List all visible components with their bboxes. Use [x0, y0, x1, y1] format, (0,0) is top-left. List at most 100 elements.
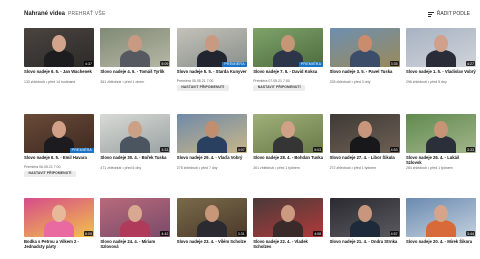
video-card[interactable]: 4:08 Slovo nadeje 22. 4. - Vladek Scholze…	[253, 198, 324, 249]
person-figure	[349, 136, 380, 153]
video-card[interactable]: 4:07 Slovo nadeje 29. 4. - Vlaďa Vobrý 278…	[176, 114, 247, 184]
person-figure	[44, 50, 74, 67]
premiere-badge: PREMIÉRA	[222, 61, 247, 67]
video-title[interactable]: Slovo nadeje 7. 5. - David Koksa	[253, 69, 323, 74]
video-meta: 471 zhlédnutí • před 6 dny	[100, 166, 142, 170]
video-card[interactable]: 5:09 Slovo nadeje 4. 5. - Tomáš Tyrlík 361…	[100, 28, 171, 98]
video-thumbnail[interactable]: 3:31	[176, 198, 247, 237]
video-thumbnail[interactable]: 3:33	[406, 114, 476, 153]
person-face	[204, 205, 219, 222]
video-card[interactable]: 4:37 Slovo nadeje 6. 5. - Jan Wachenek 133…	[24, 28, 94, 98]
video-title[interactable]: Slovo nadeje 1. 5. - Vladislav Vobrý	[406, 69, 476, 74]
person-face	[204, 35, 219, 52]
duration-badge: 4:27	[466, 61, 475, 66]
video-card[interactable]: PREMIÉRA Slovo nadeje 6. 5. - Emil Havara…	[24, 114, 94, 184]
video-thumbnail[interactable]: 3:33	[100, 114, 171, 153]
video-card[interactable]: 4:53 Slovo nadeje 27. 4. - Libor Šikula 27…	[329, 114, 400, 184]
video-card[interactable]: 3:33 Slovo nadeje 26. 4. - Lukáš Szlovsk 2…	[406, 114, 476, 184]
video-card[interactable]: PREMIÉRA Slovo nadeje 5. 5. - Starda Kuny…	[176, 28, 247, 98]
video-thumbnail[interactable]: PREMIÉRA	[176, 28, 247, 67]
video-title[interactable]: Slovo nadeje 23. 4. - Vilém Scholze	[177, 239, 247, 244]
person-figure	[273, 220, 304, 237]
video-title[interactable]: Slovo nadeje 6. 5. - Emil Havara	[24, 155, 94, 160]
video-card[interactable]: PREMIÉRA Slovo nadeje 7. 5. - David Koksa…	[253, 28, 324, 98]
person-figure	[349, 220, 380, 237]
video-card[interactable]: 4:57 Slovo nadeje 21. 4. - Ondra Strnka	[329, 198, 400, 244]
video-title[interactable]: Slovo nadeje 3. 5. - Pavel Tuska	[330, 69, 400, 74]
premiere-date: Premiéra 05.05.21 7:00	[176, 79, 214, 83]
person-face	[204, 121, 219, 138]
person-face	[357, 121, 372, 138]
person-figure	[426, 50, 456, 67]
video-thumbnail[interactable]: PREMIÉRA	[253, 28, 324, 67]
video-row-1: 4:37 Slovo nadeje 6. 5. - Jan Wachenek 133…	[24, 28, 476, 98]
video-title[interactable]: Slovo nadeje 28. 4. - Bohdan Tuska	[253, 155, 323, 160]
video-title[interactable]: Slovo nadeje 20. 4. - Mirek Šikora	[406, 239, 476, 244]
video-title[interactable]: Slovo nadeje 21. 4. - Ondra Strnka	[330, 239, 400, 244]
video-thumbnail[interactable]: 4:57	[329, 198, 400, 237]
video-meta: 278 zhlédnutí • před 7 dny	[176, 166, 218, 170]
video-title[interactable]: Slovo nadeje 27. 4. - Libor Šikula	[330, 155, 400, 160]
person-figure	[196, 136, 227, 153]
video-title[interactable]: Slovo nadeje 5. 5. - Starda Kunyver	[177, 69, 247, 74]
person-face	[52, 205, 66, 222]
video-title[interactable]: Slovo nadeje 26. 4. - Lukáš Szlovsk	[406, 155, 476, 165]
person-face	[434, 205, 448, 222]
video-meta: 261 zhlédnutí • před 1 týdnem	[253, 166, 300, 170]
video-card[interactable]: 5:03 Slovo nadeje 28. 4. - Bohdan Tuska 26…	[253, 114, 324, 184]
video-card[interactable]: 3:35 Slovo nadeje 3. 5. - Pavel Tuska 228 …	[329, 28, 400, 98]
video-card[interactable]: 4:42 Slovo nadeje 24. 4. - Miriam Szlovov…	[100, 198, 171, 249]
video-title[interactable]: Slovo nadeje 30. 4. - Bořek Tuska	[100, 155, 170, 160]
duration-badge: 3:35	[389, 61, 399, 66]
person-figure	[426, 220, 456, 237]
video-thumbnail[interactable]: 6:09	[24, 198, 94, 237]
duration-badge: 3:31	[236, 231, 246, 236]
duration-badge: 3:33	[160, 147, 170, 152]
video-card[interactable]: 3:44 Slovo nadeje 20. 4. - Mirek Šikora	[406, 198, 476, 244]
person-face	[434, 35, 448, 52]
person-figure	[120, 50, 151, 67]
video-card[interactable]: 4:27 Slovo nadeje 1. 5. - Vladislav Vobrý…	[406, 28, 476, 98]
person-figure	[349, 50, 380, 67]
video-row-2: PREMIÉRA Slovo nadeje 6. 5. - Emil Havara…	[24, 114, 476, 184]
set-reminder-button[interactable]: NASTAVIT PŘIPOMENUTÍ	[176, 85, 229, 91]
video-thumbnail[interactable]: 4:07	[176, 114, 247, 153]
video-thumbnail[interactable]: 5:09	[100, 28, 171, 67]
video-thumbnail[interactable]: 5:03	[253, 114, 324, 153]
play-all-button[interactable]: PREHRAŤ VŠE	[68, 11, 106, 17]
video-thumbnail[interactable]: PREMIÉRA	[24, 114, 94, 153]
video-thumbnail[interactable]: 4:27	[406, 28, 476, 67]
video-title[interactable]: Slovo nadeje 6. 5. - Jan Wachenek	[24, 69, 94, 74]
set-reminder-button[interactable]: NASTAVIT PŘIPOMENUTÍ	[24, 171, 76, 177]
video-thumbnail[interactable]: 4:37	[24, 28, 94, 67]
video-title[interactable]: Slovo nadeje 24. 4. - Miriam Szlovová	[100, 239, 170, 249]
person-face	[52, 121, 66, 138]
video-thumbnail[interactable]: 4:08	[253, 198, 324, 237]
video-thumbnail[interactable]: 4:42	[100, 198, 171, 237]
video-title[interactable]: Bodka s Petrou a Vilkem 2 - Jednadcty pá…	[24, 239, 94, 249]
person-figure	[196, 220, 227, 237]
person-face	[52, 35, 66, 52]
video-card[interactable]: 3:33 Slovo nadeje 30. 4. - Bořek Tuska 471…	[100, 114, 171, 184]
video-card[interactable]: 3:31 Slovo nadeje 23. 4. - Vilém Scholze	[176, 198, 247, 244]
video-thumbnail[interactable]: 4:53	[329, 114, 400, 153]
duration-badge: 4:08	[313, 231, 323, 236]
person-figure	[44, 220, 74, 237]
duration-badge: 5:03	[313, 147, 323, 152]
video-title[interactable]: Slovo nadeje 4. 5. - Tomáš Tyrlík	[100, 69, 170, 74]
duration-badge: 6:09	[84, 231, 93, 236]
person-figure	[273, 136, 304, 153]
video-thumbnail[interactable]: 3:35	[329, 28, 400, 67]
video-thumbnail[interactable]: 3:44	[406, 198, 476, 237]
video-row-3: 6:09 Bodka s Petrou a Vilkem 2 - Jednadct…	[24, 198, 476, 259]
set-reminder-button[interactable]: NASTAVIT PŘIPOMENUTÍ	[253, 85, 306, 91]
video-card[interactable]: 6:09 Bodka s Petrou a Vilkem 2 - Jednadct…	[24, 198, 94, 249]
person-figure	[120, 136, 151, 153]
video-title[interactable]: Slovo nadeje 22. 4. - Vladek Scholzes	[253, 239, 323, 249]
duration-badge: 5:09	[160, 61, 170, 66]
person-face	[357, 205, 372, 222]
premiere-badge: PREMIÉRA	[69, 147, 94, 153]
video-title[interactable]: Slovo nadeje 29. 4. - Vlaďa Vobrý	[177, 155, 247, 160]
premiere-date: Premiéra 07.05.21 7:00	[253, 79, 290, 83]
sort-button[interactable]: ŘADIT PODLE	[427, 11, 470, 17]
